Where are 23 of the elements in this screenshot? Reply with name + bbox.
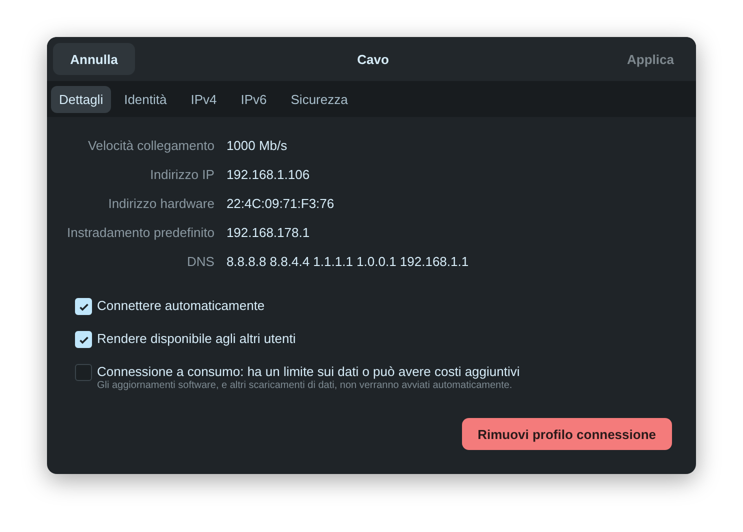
tab[interactable]: IPv4	[180, 86, 228, 112]
option-label: Connettere automaticamente	[97, 297, 265, 314]
detail-label: Indirizzo IP	[149, 166, 214, 183]
detail-label: Velocità collegamento	[86, 137, 214, 154]
dialog-title: Cavo	[357, 52, 389, 66]
cancel-button[interactable]: Annulla	[53, 43, 135, 75]
tab[interactable]: Dettagli	[51, 86, 112, 112]
remove-profile-button[interactable]: Rimuovi profilo connessione	[462, 418, 672, 450]
detail-label: DNS	[186, 253, 214, 270]
option-hint: Gli aggiornamenti software, e altri scaricamenti di dati, non verranno avviati automaticamente.	[97, 380, 514, 391]
tab[interactable]: Identità	[113, 86, 178, 112]
checkbox[interactable]	[75, 364, 92, 381]
detail-value: 192.168.178.1	[226, 224, 311, 241]
detail-value: 192.168.1.106	[226, 166, 311, 183]
option-label: Connessione a consumo: ha un limite sui dati o può avere costi aggiuntivi	[97, 363, 520, 380]
detail-label: Instradamento predefinito	[67, 224, 214, 241]
option-label: Rendere disponibile agli altri utenti	[97, 330, 296, 347]
detail-value: 1000 Mb/s	[226, 137, 288, 154]
tab[interactable]: IPv6	[230, 86, 278, 112]
tab[interactable]: Sicurezza	[280, 86, 359, 112]
detail-label: Indirizzo hardware	[107, 195, 214, 212]
detail-value: 22:4C:09:71:F3:76	[226, 195, 336, 212]
detail-value: 8.8.8.8 8.8.4.4 1.1.1.1 1.0.0.1 192.168.1.1	[226, 253, 469, 270]
